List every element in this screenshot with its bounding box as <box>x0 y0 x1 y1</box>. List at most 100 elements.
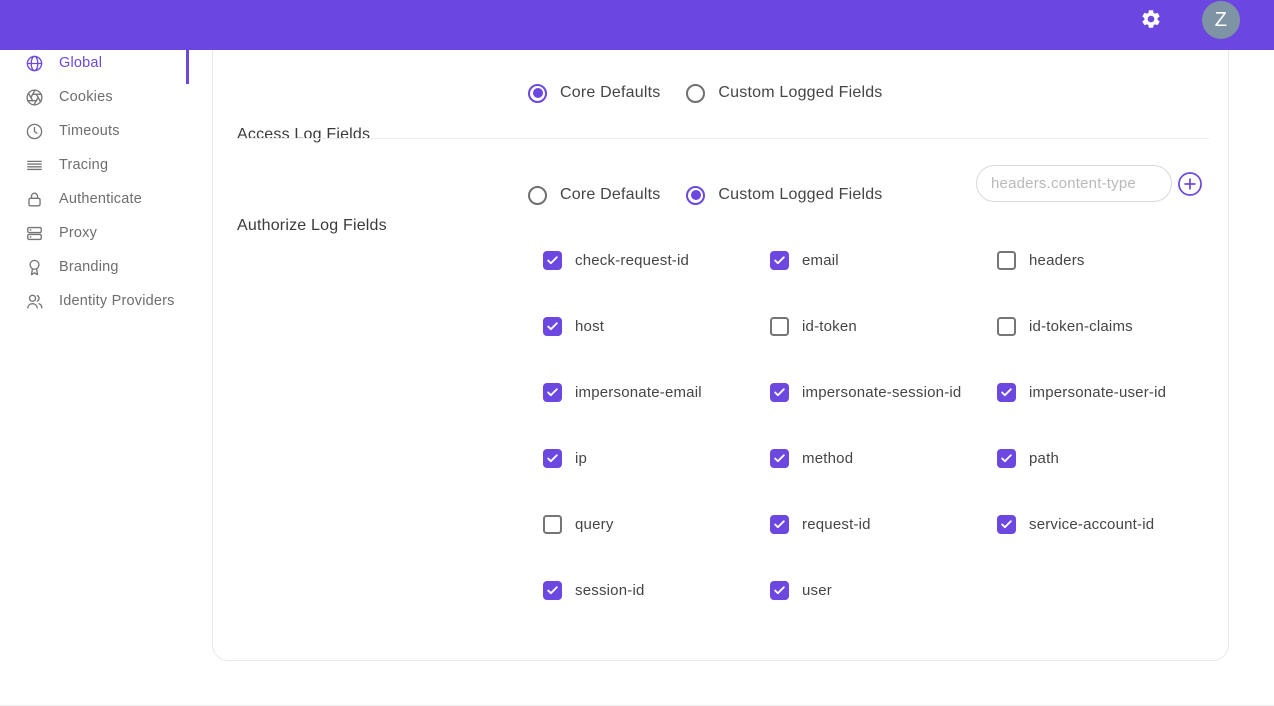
field-checkbox-impersonate-user-id[interactable]: impersonate-user-id <box>997 383 1224 402</box>
access-custom-logged-fields-radio[interactable]: Custom Logged Fields <box>686 84 882 103</box>
field-label: host <box>575 318 604 335</box>
sidebar-item-label: Proxy <box>59 225 97 241</box>
aperture-icon <box>25 88 44 107</box>
checkbox-checked-icon[interactable] <box>543 251 562 270</box>
field-checkbox-session-id[interactable]: session-id <box>543 581 770 600</box>
field-label: method <box>802 450 853 467</box>
checkbox-unchecked-icon[interactable] <box>997 317 1016 336</box>
field-checkbox-check-request-id[interactable]: check-request-id <box>543 251 770 270</box>
checkbox-checked-icon[interactable] <box>770 383 789 402</box>
sidebar-item-label: Cookies <box>59 89 113 105</box>
field-checkbox-ip[interactable]: ip <box>543 449 770 468</box>
field-checkbox-path[interactable]: path <box>997 449 1224 468</box>
checkbox-checked-icon[interactable] <box>770 515 789 534</box>
field-label: email <box>802 252 839 269</box>
add-field-button[interactable] <box>1177 171 1203 197</box>
field-checkbox-impersonate-email[interactable]: impersonate-email <box>543 383 770 402</box>
checkbox-checked-icon[interactable] <box>770 449 789 468</box>
field-checkbox-request-id[interactable]: request-id <box>770 515 997 534</box>
sidebar-item-label: Authenticate <box>59 191 142 207</box>
sidebar-item-authenticate[interactable]: Authenticate <box>0 182 212 216</box>
clock-icon <box>25 122 44 141</box>
sidebar-item-cookies[interactable]: Cookies <box>0 80 212 114</box>
add-log-field-input[interactable] <box>976 165 1172 202</box>
top-app-bar: Z <box>0 0 1274 50</box>
radio-label: Core Defaults <box>560 84 660 102</box>
radio-label: Custom Logged Fields <box>718 84 882 102</box>
checkbox-checked-icon[interactable] <box>543 383 562 402</box>
authorize-log-fields-radio-group: Core Defaults Custom Logged Fields <box>528 177 883 213</box>
authorize-custom-logged-fields-radio[interactable]: Custom Logged Fields <box>686 186 882 205</box>
field-label: user <box>802 582 832 599</box>
field-checkbox-query[interactable]: query <box>543 515 770 534</box>
gear-icon <box>1140 8 1162 30</box>
access-log-fields-label: Access Log Fields <box>237 126 370 144</box>
field-label: query <box>575 516 614 533</box>
checkbox-unchecked-icon[interactable] <box>997 251 1016 270</box>
checkbox-checked-icon[interactable] <box>770 581 789 600</box>
checkbox-checked-icon[interactable] <box>770 251 789 270</box>
field-checkbox-impersonate-session-id[interactable]: impersonate-session-id <box>770 383 997 402</box>
sidebar-item-label: Identity Providers <box>59 293 175 309</box>
field-checkbox-service-account-id[interactable]: service-account-id <box>997 515 1224 534</box>
access-log-fields-radio-group: Core Defaults Custom Logged Fields <box>528 75 883 111</box>
field-label: session-id <box>575 582 645 599</box>
field-label: request-id <box>802 516 871 533</box>
globe-icon <box>25 54 44 73</box>
field-label: check-request-id <box>575 252 689 269</box>
radio-icon[interactable] <box>686 84 705 103</box>
field-label: headers <box>1029 252 1085 269</box>
settings-button[interactable] <box>1137 5 1165 33</box>
field-checkbox-host[interactable]: host <box>543 317 770 336</box>
field-label: impersonate-user-id <box>1029 384 1166 401</box>
sidebar-item-identity-providers[interactable]: Identity Providers <box>0 284 212 318</box>
field-label: service-account-id <box>1029 516 1154 533</box>
award-icon <box>25 258 44 277</box>
sidebar-item-label: Global <box>59 55 102 71</box>
sidebar-item-label: Timeouts <box>59 123 120 139</box>
checkbox-checked-icon[interactable] <box>543 449 562 468</box>
sidebar-item-tracing[interactable]: Tracing <box>0 148 212 182</box>
radio-label: Core Defaults <box>560 186 660 204</box>
lock-icon <box>25 190 44 209</box>
sidebar-item-branding[interactable]: Branding <box>0 250 212 284</box>
user-avatar[interactable]: Z <box>1202 1 1240 39</box>
authorize-core-defaults-radio[interactable]: Core Defaults <box>528 186 660 205</box>
logged-fields-checkbox-grid: check-request-id email headers host id-token… <box>543 227 1224 623</box>
settings-sidebar-nav: Global Cookies Timeouts Tracing Authenticate… <box>0 46 212 318</box>
checkbox-checked-icon[interactable] <box>543 581 562 600</box>
field-checkbox-user[interactable]: user <box>770 581 997 600</box>
field-label: path <box>1029 450 1059 467</box>
field-label: impersonate-session-id <box>802 384 961 401</box>
sidebar-item-label: Tracing <box>59 157 108 173</box>
server-icon <box>25 224 44 243</box>
sidebar-item-timeouts[interactable]: Timeouts <box>0 114 212 148</box>
authorize-log-fields-label: Authorize Log Fields <box>237 217 387 235</box>
checkbox-unchecked-icon[interactable] <box>770 317 789 336</box>
radio-label: Custom Logged Fields <box>718 186 882 204</box>
lines-icon <box>25 156 44 175</box>
field-checkbox-email[interactable]: email <box>770 251 997 270</box>
field-label: id-token-claims <box>1029 318 1133 335</box>
field-checkbox-id-token-claims[interactable]: id-token-claims <box>997 317 1224 336</box>
checkbox-checked-icon[interactable] <box>997 383 1016 402</box>
users-icon <box>25 292 44 311</box>
access-core-defaults-radio[interactable]: Core Defaults <box>528 84 660 103</box>
field-checkbox-method[interactable]: method <box>770 449 997 468</box>
sidebar-item-proxy[interactable]: Proxy <box>0 216 212 250</box>
section-divider <box>237 138 1209 139</box>
checkbox-unchecked-icon[interactable] <box>543 515 562 534</box>
radio-icon[interactable] <box>528 84 547 103</box>
sidebar-item-global[interactable]: Global <box>0 46 212 80</box>
checkbox-checked-icon[interactable] <box>543 317 562 336</box>
log-fields-panel: Access Log Fields Core Defaults Custom L… <box>212 50 1229 661</box>
field-checkbox-id-token[interactable]: id-token <box>770 317 997 336</box>
field-label: impersonate-email <box>575 384 702 401</box>
checkbox-checked-icon[interactable] <box>997 515 1016 534</box>
field-checkbox-headers[interactable]: headers <box>997 251 1224 270</box>
radio-icon[interactable] <box>528 186 547 205</box>
radio-icon[interactable] <box>686 186 705 205</box>
field-label: ip <box>575 450 587 467</box>
checkbox-checked-icon[interactable] <box>997 449 1016 468</box>
sidebar-item-label: Branding <box>59 259 119 275</box>
